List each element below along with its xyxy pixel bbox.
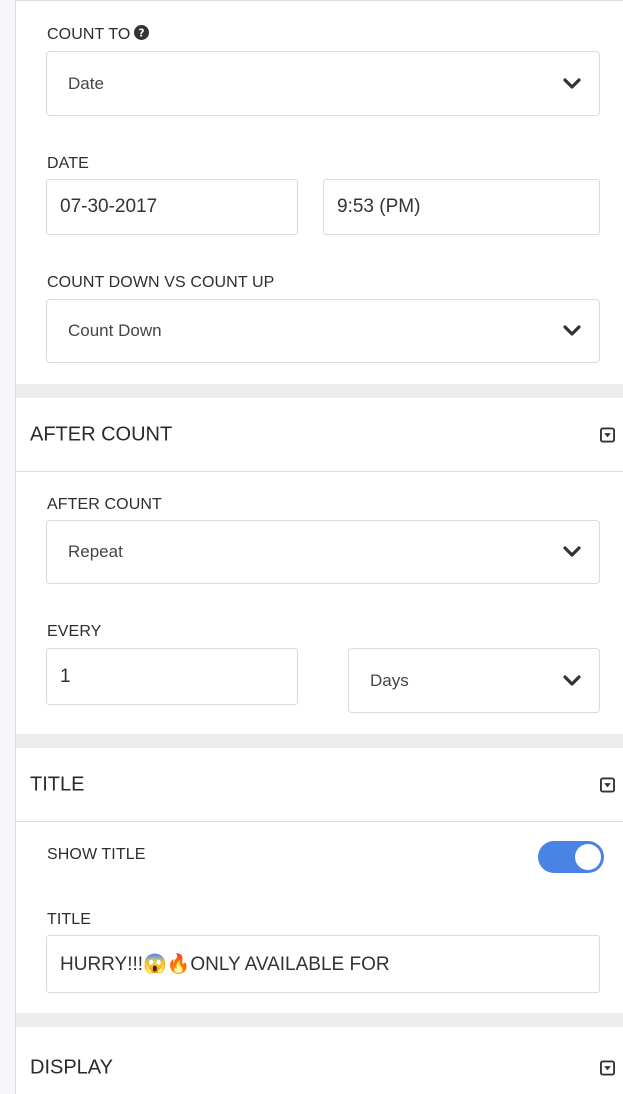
date-label: DATE — [47, 155, 89, 172]
chevron-down-icon — [563, 325, 581, 336]
count-direction-label: COUNT DOWN VS COUNT UP — [47, 274, 275, 291]
display-section-header[interactable]: DISPLAY — [16, 1027, 623, 1094]
title-field-label: TITLE — [47, 911, 92, 928]
caret-square-down-icon[interactable] — [600, 1060, 615, 1076]
time-input[interactable] — [323, 179, 600, 235]
title-section-header[interactable]: TITLE — [16, 748, 623, 822]
after-count-section-header[interactable]: AFTER COUNT — [16, 398, 623, 472]
question-circle-icon[interactable]: ? — [134, 25, 150, 40]
caret-square-down-icon[interactable] — [600, 427, 615, 442]
every-input[interactable] — [46, 648, 298, 705]
section-divider — [16, 384, 623, 398]
show-title-toggle[interactable] — [538, 841, 604, 873]
count-direction-select[interactable]: Count Down — [46, 299, 600, 363]
title-input[interactable] — [46, 935, 600, 993]
count-to-label: COUNT TO? — [47, 25, 150, 44]
chevron-down-icon — [563, 674, 581, 686]
section-divider — [16, 734, 623, 748]
show-title-label: SHOW TITLE — [47, 846, 146, 863]
chevron-down-icon — [563, 546, 581, 557]
every-label: EVERY — [47, 623, 102, 640]
section-divider — [16, 1013, 623, 1027]
svg-text:?: ? — [139, 27, 145, 39]
count-to-select[interactable]: Date — [46, 51, 600, 116]
after-count-label: AFTER COUNT — [47, 496, 162, 513]
after-count-select[interactable]: Repeat — [46, 520, 600, 584]
caret-square-down-icon[interactable] — [600, 777, 615, 792]
chevron-down-icon — [563, 77, 581, 89]
unit-select[interactable]: Days — [348, 648, 600, 713]
date-input[interactable] — [46, 179, 298, 235]
toggle-knob — [575, 844, 601, 870]
